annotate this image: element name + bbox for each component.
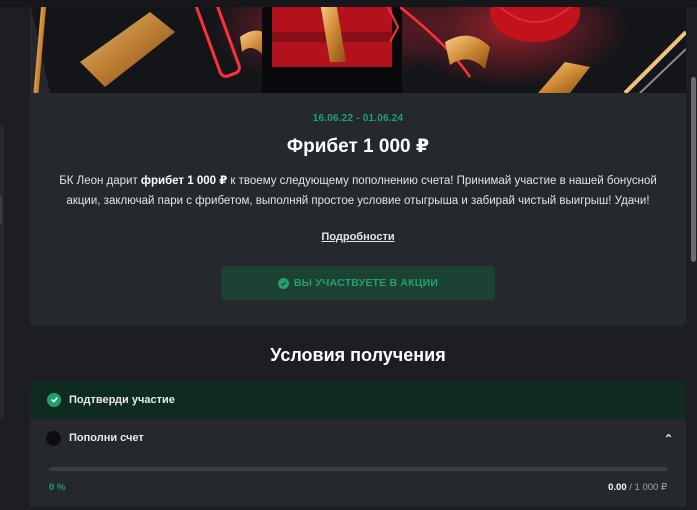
step-label: Подтверди участие xyxy=(69,393,175,406)
step-label: Пополни счет xyxy=(69,432,144,444)
promo-title: Фрибет 1 000 ₽ xyxy=(286,136,430,157)
scrollbar[interactable] xyxy=(689,7,697,510)
deposit-separator: / xyxy=(629,482,632,493)
desc-text-start: БК Леон дарит xyxy=(59,175,141,187)
left-panel-handle[interactable] xyxy=(0,195,2,225)
conditions-title: Условия получения xyxy=(270,345,446,365)
deposit-amount: 0.00 / 1 000 ₽ xyxy=(608,482,667,493)
top-bar xyxy=(0,0,697,7)
check-circle-icon xyxy=(277,277,289,289)
desc-text-bold: фрибет 1 000 ₽ xyxy=(140,175,228,187)
condition-step-deposit[interactable]: Пополни счет 0 % 0.00 / 1 000 ₽ xyxy=(30,419,686,507)
scrollbar-thumb[interactable] xyxy=(691,77,696,262)
check-circle-icon xyxy=(47,392,61,407)
banner-illustration xyxy=(30,7,686,93)
chevron-up-icon[interactable] xyxy=(664,431,673,440)
participate-button[interactable]: ВЫ УЧАСТВУЕТЕ В АКЦИИ xyxy=(221,266,495,300)
promo-dates: 16.06.22 - 01.06.24 xyxy=(312,113,404,124)
participate-label: ВЫ УЧАСТВУЕТЕ В АКЦИИ xyxy=(293,277,439,289)
progress-percent: 0 % xyxy=(49,482,66,493)
condition-step-confirm: Подтверди участие xyxy=(30,381,686,418)
details-link[interactable]: Подробности xyxy=(30,231,686,243)
deposit-current: 0.00 xyxy=(608,482,627,493)
promo-card: 16.06.22 - 01.06.24 Фрибет 1 000 ₽ БК Ле… xyxy=(30,93,686,326)
promo-banner-image xyxy=(30,7,686,93)
deposit-target: 1 000 ₽ xyxy=(634,482,667,493)
empty-circle-icon xyxy=(46,430,61,446)
promo-description: БК Леон дарит фрибет 1 000 ₽ к твоему сл… xyxy=(52,171,664,211)
left-side-panel xyxy=(0,125,4,420)
deposit-progress-bar xyxy=(49,467,667,471)
